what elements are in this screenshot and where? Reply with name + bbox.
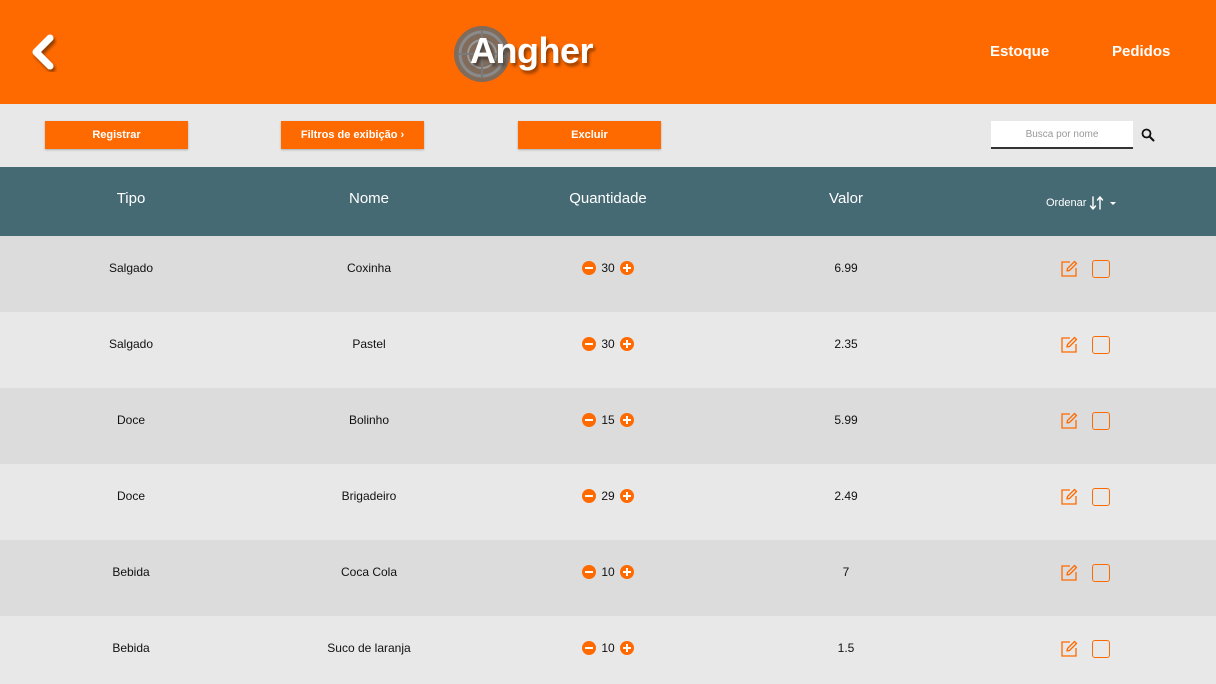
table-row: Bebida Suco de laranja 10 1.5: [0, 616, 1216, 684]
sort-icon: [1090, 196, 1104, 210]
cell-valor: 5.99: [834, 413, 858, 427]
filtros-button[interactable]: Filtros de exibição ›: [281, 121, 424, 149]
logo: Angher: [448, 22, 598, 84]
cell-quantidade: 10: [601, 641, 615, 655]
edit-icon[interactable]: [1059, 639, 1079, 659]
quantity-stepper: 10: [582, 641, 634, 655]
table-row: Salgado Coxinha 30 6.99: [0, 236, 1216, 312]
minus-icon[interactable]: [582, 261, 596, 275]
nav-pedidos[interactable]: Pedidos: [1112, 43, 1170, 60]
edit-icon[interactable]: [1059, 563, 1079, 583]
registrar-button[interactable]: Registrar: [45, 121, 188, 149]
search-input[interactable]: [991, 121, 1133, 149]
cell-valor: 1.5: [837, 641, 855, 655]
edit-icon[interactable]: [1059, 335, 1079, 355]
header-tipo: Tipo: [116, 190, 146, 207]
cell-nome: Bolinho: [348, 413, 390, 427]
cell-tipo: Doce: [116, 489, 145, 503]
cell-quantidade: 15: [601, 413, 615, 427]
minus-icon[interactable]: [582, 489, 596, 503]
cell-tipo: Bebida: [112, 565, 150, 579]
row-checkbox[interactable]: [1092, 260, 1110, 278]
order-dropdown[interactable]: Ordenar: [1046, 193, 1118, 213]
cell-nome: Coxinha: [346, 261, 392, 275]
cell-valor: 2.49: [834, 489, 858, 503]
row-checkbox[interactable]: [1092, 488, 1110, 506]
cell-quantidade: 29: [601, 489, 615, 503]
quantity-stepper: 15: [582, 413, 634, 427]
quantity-stepper: 29: [582, 489, 634, 503]
edit-icon[interactable]: [1059, 411, 1079, 431]
cell-tipo: Salgado: [108, 261, 154, 275]
cell-valor: 7: [842, 565, 850, 579]
table-row: Doce Bolinho 15 5.99: [0, 388, 1216, 464]
back-arrow-icon[interactable]: [26, 32, 60, 72]
plus-icon[interactable]: [619, 337, 634, 351]
plus-icon[interactable]: [619, 565, 634, 579]
cell-valor: 2.35: [834, 337, 858, 351]
minus-icon[interactable]: [582, 641, 596, 655]
edit-icon[interactable]: [1059, 259, 1079, 279]
order-label: Ordenar: [1046, 197, 1087, 209]
quantity-stepper: 10: [582, 565, 634, 579]
cell-quantidade: 30: [601, 337, 615, 351]
cell-nome: Coca Cola: [340, 565, 398, 579]
search-icon[interactable]: [1141, 128, 1155, 142]
nav-estoque[interactable]: Estoque: [990, 43, 1049, 60]
cell-tipo: Doce: [116, 413, 145, 427]
quantity-stepper: 30: [582, 261, 634, 275]
header-nome: Nome: [348, 190, 389, 207]
header-quantidade: Quantidade: [569, 190, 647, 207]
excluir-button[interactable]: Excluir: [518, 121, 661, 149]
cell-tipo: Salgado: [108, 337, 154, 351]
plus-icon[interactable]: [619, 261, 634, 275]
table-row: Salgado Pastel 30 2.35: [0, 312, 1216, 388]
minus-icon[interactable]: [582, 565, 596, 579]
table-header: Tipo Nome Quantidade Valor Ordenar: [0, 167, 1216, 236]
caret-down-icon: [1110, 202, 1117, 205]
row-checkbox[interactable]: [1092, 564, 1110, 582]
row-checkbox[interactable]: [1092, 336, 1110, 354]
cell-valor: 6.99: [834, 261, 858, 275]
logo-text: Angher: [470, 30, 594, 71]
plus-icon[interactable]: [619, 489, 634, 503]
plus-icon[interactable]: [619, 641, 634, 655]
quantity-stepper: 30: [582, 337, 634, 351]
row-checkbox[interactable]: [1092, 640, 1110, 658]
cell-tipo: Bebida: [112, 641, 150, 655]
edit-icon[interactable]: [1059, 487, 1079, 507]
table-row: Bebida Coca Cola 10 7: [0, 540, 1216, 616]
toolbar: Registrar Filtros de exibição › Excluir: [0, 104, 1216, 167]
row-checkbox[interactable]: [1092, 412, 1110, 430]
minus-icon[interactable]: [582, 413, 596, 427]
plus-icon[interactable]: [619, 413, 634, 427]
cell-nome: Brigadeiro: [341, 489, 397, 503]
cell-nome: Pastel: [352, 337, 386, 351]
cell-nome: Suco de laranja: [327, 641, 411, 655]
cell-quantidade: 10: [601, 565, 615, 579]
minus-icon[interactable]: [582, 337, 596, 351]
table-row: Doce Brigadeiro 29 2.49: [0, 464, 1216, 540]
header-valor: Valor: [829, 190, 863, 207]
app-header: Angher Estoque Pedidos: [0, 0, 1216, 104]
cell-quantidade: 30: [601, 261, 615, 275]
